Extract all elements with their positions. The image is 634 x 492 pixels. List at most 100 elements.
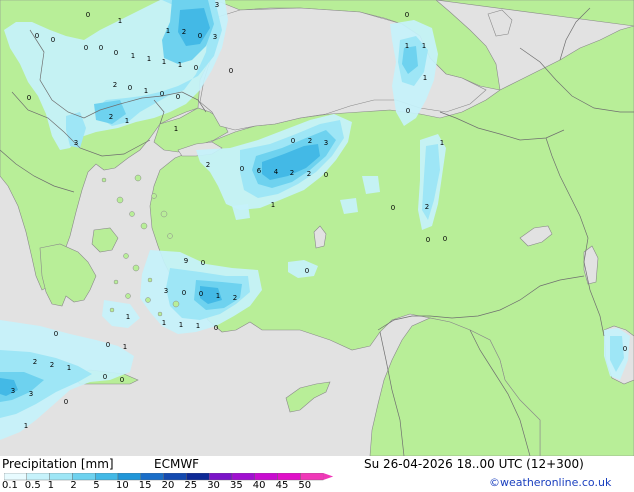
precip-value-label: 6: [257, 167, 262, 175]
scale-label: 0.1: [2, 480, 18, 491]
precip-value-label: 2: [182, 28, 186, 36]
precip-value-label: 1: [118, 17, 122, 25]
precip-value-label: 2: [50, 361, 54, 369]
model-name: ECMWF: [154, 457, 200, 471]
precip-value-label: 0: [35, 32, 39, 40]
scale-label: 0.5: [24, 480, 41, 491]
precip-value-label: 1: [123, 343, 127, 351]
precip-value-label: 1: [125, 117, 129, 125]
scale-arrow-tip: [323, 473, 334, 480]
scale-label: 25: [184, 480, 198, 491]
precip-value-label: 0: [106, 341, 110, 349]
precip-value-label: 0: [194, 64, 198, 72]
scale-label: 2: [70, 480, 77, 491]
scale-swatch: [254, 473, 278, 481]
scale-swatch: [72, 473, 96, 481]
scale-label: 5: [93, 480, 100, 491]
precip-value-label: 1: [271, 201, 275, 209]
precip-value-label: 3: [164, 287, 168, 295]
precip-value-label: 2: [290, 169, 294, 177]
legend-footer: Precipitation [mm] ECMWF Su 26-04-2026 1…: [0, 456, 634, 492]
scale-swatch: [4, 473, 27, 481]
scale-swatch: [163, 473, 187, 481]
scale-label: 1: [47, 480, 54, 491]
precip-value-label: 0: [201, 259, 205, 267]
precip-value-label: 3: [11, 387, 15, 395]
precip-value-label: 0: [198, 32, 202, 40]
precip-value-label: 0: [214, 324, 218, 332]
precip-value-label: 1: [423, 74, 427, 82]
precip-value-label: 0: [86, 11, 90, 19]
scale-swatch: [49, 473, 73, 481]
color-scale-labels: 0.1 0.5 1 2 5 10 15 20 25 30 35 40 45 50: [0, 480, 340, 492]
precip-value-label: 3: [74, 139, 78, 147]
scale-label: 45: [275, 480, 289, 491]
precip-value-label: 3: [324, 139, 328, 147]
precip-value-label: 1: [422, 42, 426, 50]
precip-value-label: 0: [443, 235, 447, 243]
precip-value-label: 4: [274, 168, 279, 176]
scale-swatch: [140, 473, 164, 481]
forecast-datetime: Su 26-04-2026 18..00 UTC (12+300): [364, 457, 584, 471]
scale-swatch: [26, 473, 50, 481]
precip-value-label: 0: [176, 93, 180, 101]
scale-swatch: [231, 473, 255, 481]
precip-value-label: 1: [162, 319, 166, 327]
scale-label: 40: [252, 480, 266, 491]
precip-value-label: 0: [99, 44, 103, 52]
precip-value-label: 1: [147, 55, 151, 63]
precip-value-label: 0: [64, 398, 68, 406]
precip-value-label: 1: [166, 27, 170, 35]
precip-value-label: 0: [114, 49, 118, 57]
precip-value-label: 3: [29, 390, 33, 398]
precip-value-label: 1: [144, 87, 148, 95]
precip-value-label: 0: [160, 90, 164, 98]
precip-value-label: 0: [291, 137, 295, 145]
scale-label: 15: [138, 480, 152, 491]
precip-value-label: 0: [120, 376, 124, 384]
precip-value-label: 0: [240, 165, 244, 173]
precip-value-label: 0: [51, 36, 55, 44]
precip-value-label: 0: [405, 11, 409, 19]
precip-value-label: 2: [425, 203, 429, 211]
scale-label: 30: [207, 480, 220, 491]
precip-value-label: 0: [305, 267, 309, 275]
scale-swatch: [94, 473, 119, 481]
precip-value-label: 0: [623, 345, 627, 353]
precip-value-label: 9: [184, 257, 188, 265]
precip-value-label: 0: [84, 44, 88, 52]
precip-value-label: 0: [391, 204, 395, 212]
precip-value-label: 1: [162, 58, 166, 66]
precip-value-label: 1: [126, 313, 130, 321]
scale-swatch: [300, 473, 324, 481]
precip-value-label: 0: [426, 236, 430, 244]
scale-swatch: [117, 473, 141, 481]
precipitation-map: 3 0 1 0 0 0 1 2 0 3 1 1 0 0 0 1 1 1 1 0 0 1 2 0 1 0 0 0 0 2 1 1 0 2 3 1 3 2 0 6…: [0, 0, 634, 456]
precip-value-label: 2: [109, 113, 113, 121]
scale-swatch: [208, 473, 233, 481]
precip-value-label: 2: [113, 81, 117, 89]
precip-value-label: 0: [182, 289, 186, 297]
precip-value-label: 0: [128, 84, 132, 92]
precip-value-label: 1: [440, 139, 444, 147]
precip-value-label: 1: [178, 61, 182, 69]
precip-value-label: 1: [405, 42, 409, 50]
scale-swatch: [277, 473, 301, 481]
credit-link[interactable]: ©weatheronline.co.uk: [489, 476, 611, 489]
precip-value-label: 1: [131, 52, 135, 60]
scale-label: 20: [161, 480, 175, 491]
precip-value-label: 1: [24, 422, 28, 430]
precip-value-label: 3: [215, 1, 219, 9]
precip-value-label: 0: [324, 171, 328, 179]
scale-label: 10: [116, 480, 129, 491]
precip-value-label: 0: [27, 94, 31, 102]
precip-value-label: 2: [33, 358, 37, 366]
scale-swatch: [186, 473, 210, 481]
precip-value-label: 0: [199, 290, 203, 298]
precip-value-label: 0: [229, 67, 233, 75]
precip-value-label: 1: [179, 321, 183, 329]
precip-value-label: 0: [103, 373, 107, 381]
precip-value-label: 1: [174, 125, 178, 133]
scale-label: 50: [298, 480, 312, 491]
precip-value-label: 1: [67, 364, 71, 372]
